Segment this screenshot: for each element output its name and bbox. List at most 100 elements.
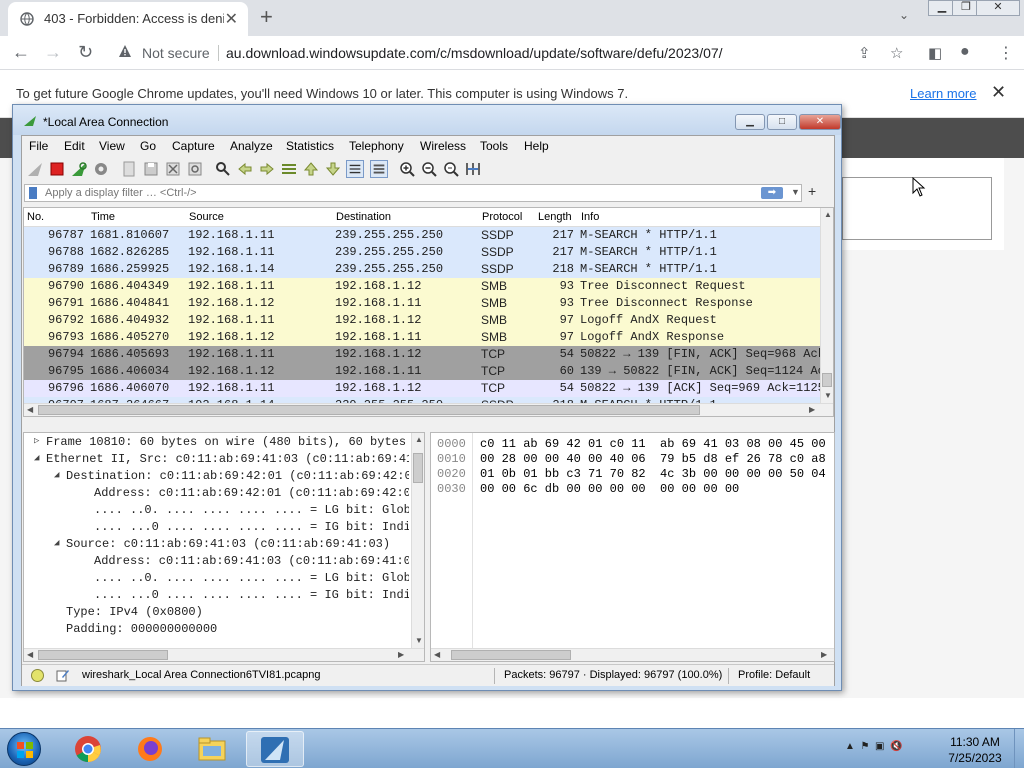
add-filter-button-icon[interactable]: + [808,183,816,199]
profile-avatar-icon[interactable]: ● [960,43,970,61]
profile-label[interactable]: Profile: Default [738,669,810,681]
table-row[interactable]: 96796 1686.406070 192.168.1.11 192.168.1.12… [24,380,825,397]
new-tab-icon[interactable]: + [260,4,273,30]
col-info[interactable]: Info [581,211,599,223]
share-icon[interactable]: ⇪ [858,44,871,62]
tree-item[interactable]: ◢ Source: c0:11:ab:69:41:03 (c0:11:ab:69:… [24,537,409,554]
table-row[interactable]: 96795 1686.406034 192.168.1.12 192.168.1.11… [24,363,832,380]
menu-capture[interactable]: Capture [172,139,215,153]
menu-wireless[interactable]: Wireless [420,139,466,153]
browser-tab[interactable]: 403 - Forbidden: Access is denied ✕ [8,2,248,36]
col-length[interactable]: Length [538,211,572,223]
scroll-thumb[interactable] [413,453,423,483]
tree-expander-icon[interactable]: ◢ [54,538,59,548]
learn-more-link[interactable]: Learn more [910,86,976,101]
capture-comment-icon[interactable] [56,668,70,682]
auto-scroll-icon[interactable] [346,160,364,178]
table-row[interactable]: 96788 1682.826285 192.168.1.11 239.255.255.… [24,244,821,261]
find-packet-icon[interactable] [214,160,232,178]
apply-filter-arrow-icon[interactable]: ➡ [761,187,783,199]
table-row[interactable]: 96792 1686.404932 192.168.1.11 192.168.1.12… [24,312,821,329]
reload-icon[interactable]: ↻ [78,42,93,63]
packet-list-hscroll[interactable]: ◀ ▶ [24,403,833,416]
details-hscroll[interactable]: ◀ ▶ [24,648,424,661]
scroll-thumb[interactable] [822,373,832,387]
menu-view[interactable]: View [99,139,125,153]
normal-size-icon[interactable] [442,160,460,178]
display-filter-input[interactable]: Apply a display filter … <Ctrl-/> ➡ ▼ [24,184,802,202]
tree-item[interactable]: .... ..0. .... .... .... .... = LG bit: … [24,503,409,520]
menu-file[interactable]: File [29,139,48,153]
table-row[interactable]: 96789 1686.259925 192.168.1.14 239.255.255.… [24,261,821,278]
menu-analyze[interactable]: Analyze [230,139,273,153]
taskbar-explorer[interactable] [184,731,242,767]
scroll-left-icon[interactable]: ◀ [27,650,33,659]
reload-file-icon[interactable] [186,160,204,178]
scroll-right-icon[interactable]: ▶ [398,650,404,659]
ws-close-button[interactable]: ✕ [799,114,841,130]
table-row[interactable]: 96790 1686.404349 192.168.1.11 192.168.1.12… [24,278,821,295]
col-no[interactable]: No. [27,211,44,223]
bytes-hscroll[interactable]: ◀ ▶ [431,648,834,661]
scroll-left-icon[interactable]: ◀ [27,405,33,414]
go-forward-arrow-icon[interactable] [258,160,276,178]
go-to-packet-icon[interactable] [280,160,298,178]
menu-telephony[interactable]: Telephony [349,139,404,153]
filter-bookmark-icon[interactable] [29,187,37,199]
taskbar-wireshark[interactable] [246,731,304,767]
hscroll-thumb[interactable] [38,650,168,660]
tree-item[interactable]: ◢ Destination: c0:11:ab:69:42:01 (c0:11:a… [24,469,409,486]
zoom-in-icon[interactable] [398,160,416,178]
ws-maximize-button[interactable]: □ [767,114,797,130]
byte-hex-row[interactable]: c0 11 ab 69 42 01 c0 11 ab 69 41 03 08 0… [480,437,826,452]
expert-info-led-icon[interactable] [31,669,44,682]
system-clock[interactable]: 11:30 AM 7/25/2023 [935,734,1015,766]
side-panel-icon[interactable]: ◧ [928,44,942,62]
tree-item[interactable]: .... ..0. .... .... .... .... = LG bit: … [24,571,409,588]
col-source[interactable]: Source [189,211,224,223]
menu-tools[interactable]: Tools [480,139,508,153]
scroll-up-icon[interactable]: ▲ [824,210,832,219]
menu-statistics[interactable]: Statistics [286,139,334,153]
packet-list-vscroll[interactable]: ▲ ▼ [820,208,833,403]
hscroll-thumb[interactable] [38,405,700,415]
start-capture-fin-icon[interactable] [26,160,44,178]
scroll-down-icon[interactable]: ▼ [415,636,423,645]
scroll-up-icon[interactable]: ▲ [415,435,423,444]
tree-item[interactable]: Address: c0:11:ab:69:41:03 (c0:11:ab:69:… [24,554,409,571]
col-destination[interactable]: Destination [336,211,391,223]
go-back-arrow-icon[interactable] [236,160,254,178]
hscroll-thumb[interactable] [451,650,571,660]
byte-hex-row[interactable]: 00 28 00 00 40 00 40 06 79 b5 d8 ef 26 7… [480,452,826,467]
tray-icons[interactable]: ▲ ⚑ ▣ 🔇 [845,741,902,752]
scroll-left-icon[interactable]: ◀ [434,650,440,659]
infobar-close-icon[interactable]: ✕ [991,82,1006,103]
tree-expander-icon[interactable]: ◢ [54,470,59,480]
ws-minimize-button[interactable]: ▁ [735,114,765,130]
taskbar-chrome[interactable] [60,731,118,767]
tab-close-icon[interactable]: ✕ [225,9,238,29]
col-protocol[interactable]: Protocol [482,211,522,223]
table-row[interactable]: 96793 1686.405270 192.168.1.12 192.168.1.11… [24,329,821,346]
show-desktop-button[interactable] [1014,729,1024,768]
forward-arrow-icon[interactable]: → [44,42,62,63]
tree-item[interactable]: .... ...0 .... .... .... .... = IG bit: … [24,588,409,605]
byte-hex-row[interactable]: 00 00 6c db 00 00 00 00 00 00 00 00 [480,482,739,497]
tree-item[interactable]: ◢ Ethernet II, Src: c0:11:ab:69:41:03 (c0… [24,452,409,469]
colorize-icon[interactable] [370,160,388,178]
tree-item[interactable]: Type: IPv4 (0x0800) [24,605,409,622]
capture-options-gear-icon[interactable] [92,160,110,178]
tab-search-icon[interactable]: ⌄ [899,8,909,22]
restart-capture-icon[interactable] [70,160,88,178]
save-file-icon[interactable] [142,160,160,178]
tree-item[interactable]: Address: c0:11:ab:69:42:01 (c0:11:ab:69:… [24,486,409,503]
col-time[interactable]: Time [91,211,115,223]
security-status[interactable]: Not secure [142,45,210,61]
menu-edit[interactable]: Edit [64,139,85,153]
table-row[interactable]: 96791 1686.404841 192.168.1.12 192.168.1.11… [24,295,821,312]
back-arrow-icon[interactable]: ← [12,42,30,63]
first-packet-icon[interactable] [302,160,320,178]
zoom-out-icon[interactable] [420,160,438,178]
bookmark-star-icon[interactable]: ☆ [890,44,903,62]
table-row[interactable]: 96787 1681.810607 192.168.1.11 239.255.255.… [24,227,821,244]
